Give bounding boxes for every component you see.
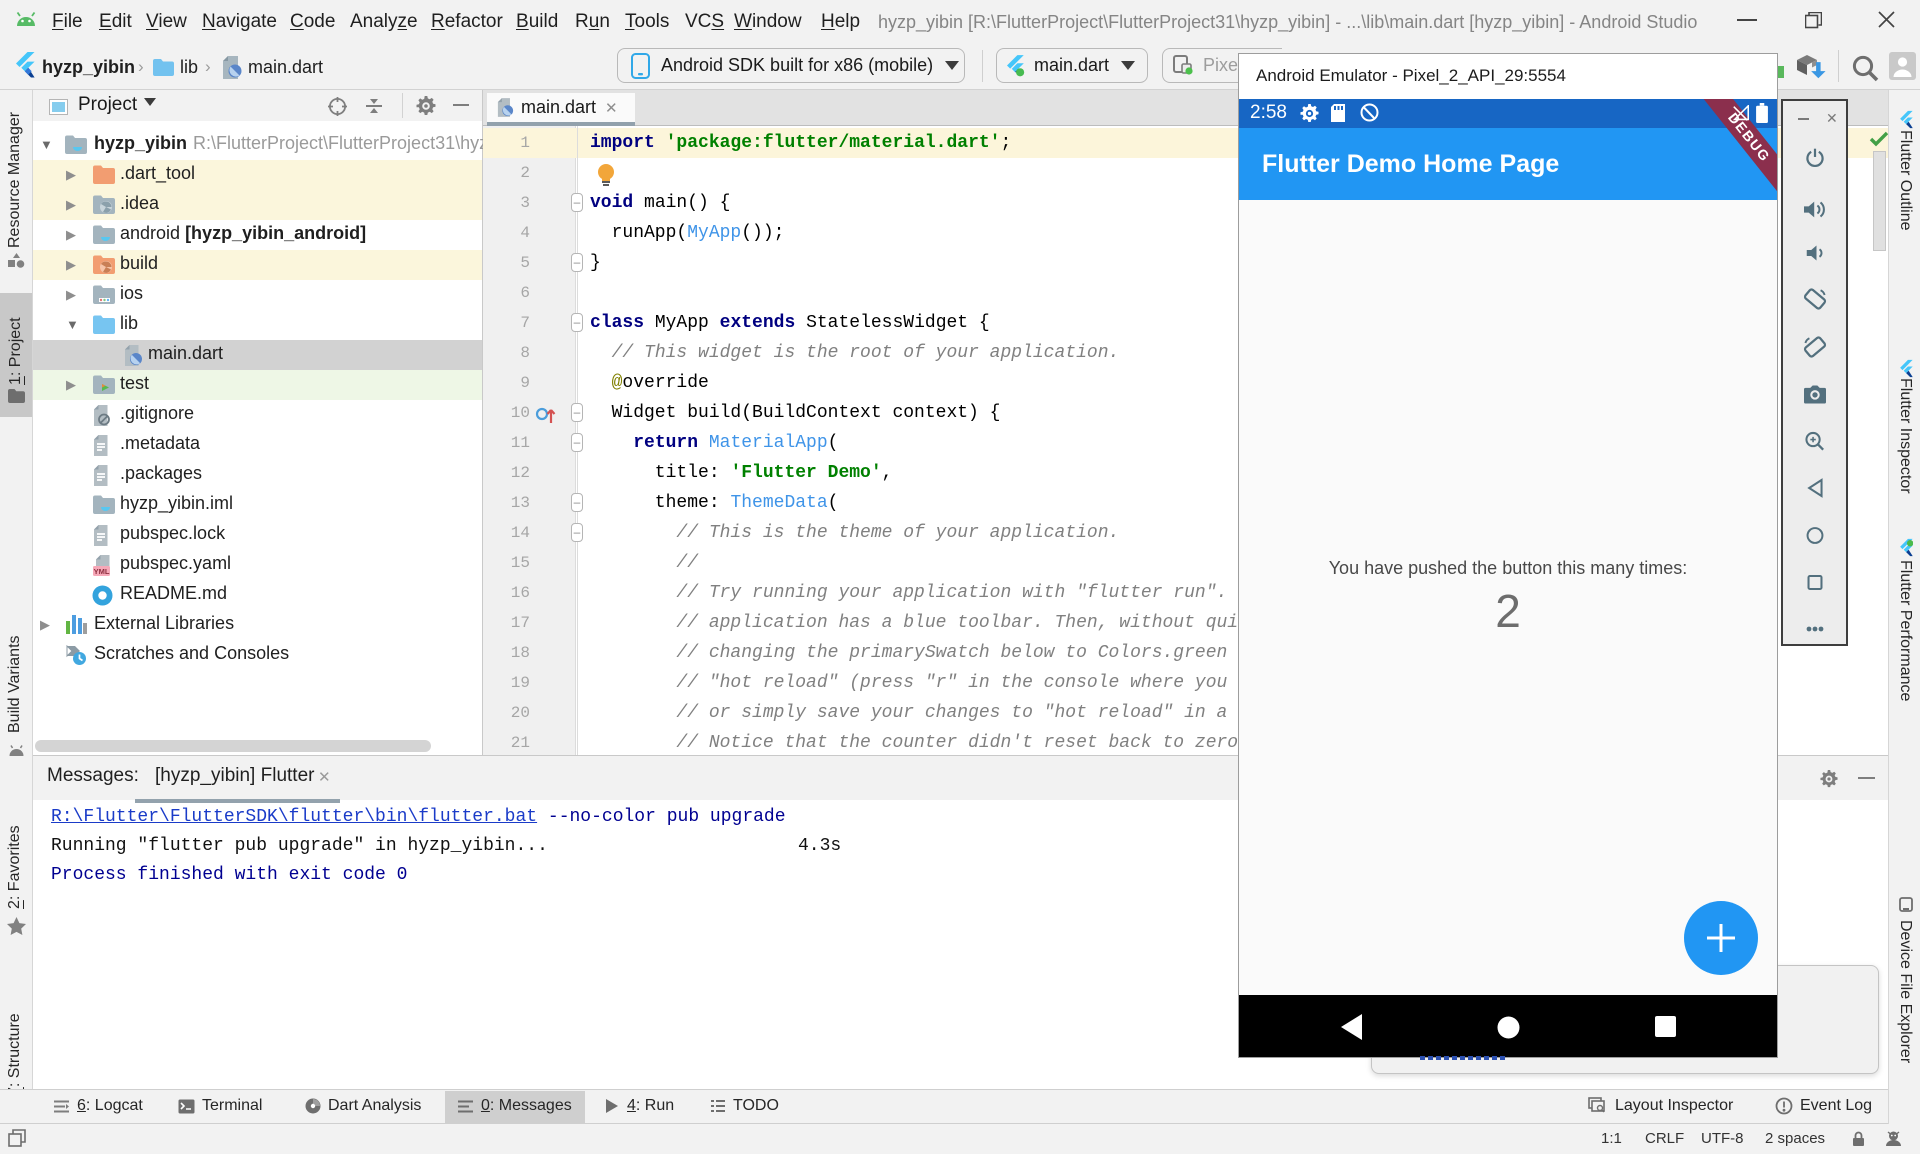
svg-text:YML: YML bbox=[94, 567, 110, 576]
